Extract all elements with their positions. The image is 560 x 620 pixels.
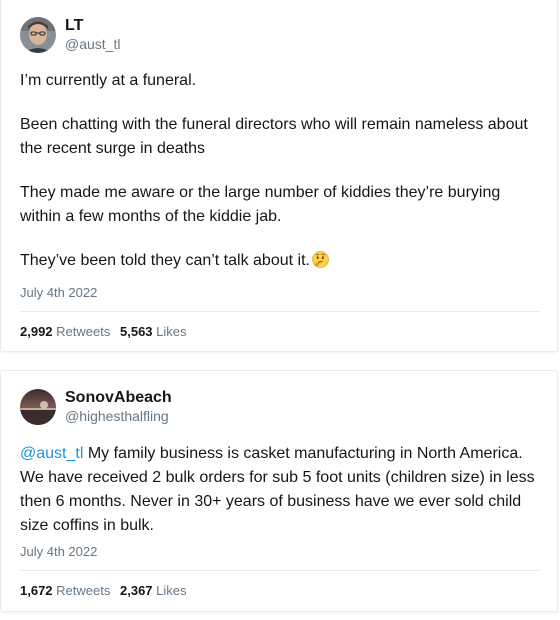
likes-stat[interactable]: 5,563 Likes (120, 324, 187, 339)
tweet-paragraph: Been chatting with the funeral directors… (20, 116, 528, 157)
likes-label: Likes (156, 583, 187, 598)
avatar-sunset-icon (20, 389, 56, 425)
tweet-paragraph: They made me aware or the large number o… (20, 184, 501, 225)
tweet-header: SonovAbeach @highesthalfling (20, 389, 172, 425)
tweet-text-content: My family business is casket manufacturi… (20, 445, 535, 534)
tweet-stats: 2,992 Retweets 5,563 Likes (20, 324, 193, 339)
likes-label: Likes (156, 324, 187, 339)
tweet-header: LT @aust_tl (20, 17, 120, 53)
divider (20, 570, 540, 571)
tweet-paragraph: I’m currently at a funeral. (20, 72, 197, 89)
avatar-portrait-icon (20, 17, 56, 53)
tweet-date[interactable]: July 4th 2022 (20, 285, 97, 300)
user-handle[interactable]: @highesthalfling (65, 407, 172, 425)
retweets-label: Retweets (56, 324, 111, 339)
likes-stat[interactable]: 2,367 Likes (120, 583, 187, 598)
avatar[interactable] (20, 17, 56, 53)
likes-count: 2,367 (120, 583, 153, 598)
avatar[interactable] (20, 389, 56, 425)
display-name[interactable]: SonovAbeach (65, 389, 172, 407)
tweet-card[interactable]: SonovAbeach @highesthalfling @aust_tl My… (0, 370, 558, 612)
mention-link[interactable]: @aust_tl (20, 445, 83, 462)
user-handle[interactable]: @aust_tl (65, 35, 120, 53)
divider (20, 311, 540, 312)
retweets-count: 2,992 (20, 324, 53, 339)
likes-count: 5,563 (120, 324, 153, 339)
tweet-stats: 1,672 Retweets 2,367 Likes (20, 583, 193, 598)
retweets-label: Retweets (56, 583, 111, 598)
thinking-face-emoji-icon (312, 251, 329, 268)
author-names: SonovAbeach @highesthalfling (65, 389, 172, 425)
display-name[interactable]: LT (65, 17, 120, 35)
retweets-count: 1,672 (20, 583, 53, 598)
author-names: LT @aust_tl (65, 17, 120, 53)
tweet-date[interactable]: July 4th 2022 (20, 544, 97, 559)
tweet-card[interactable]: LT @aust_tl I’m currently at a funeral. … (0, 0, 558, 352)
tweet-text: @aust_tl My family business is casket ma… (20, 442, 541, 538)
tweet-text: I’m currently at a funeral. Been chattin… (20, 69, 541, 293)
tweet-paragraph-last: They’ve been told they can’t talk about … (20, 249, 541, 273)
retweets-stat[interactable]: 2,992 Retweets (20, 324, 110, 339)
tweet-paragraph-text: They’ve been told they can’t talk about … (20, 252, 310, 269)
retweets-stat[interactable]: 1,672 Retweets (20, 583, 110, 598)
